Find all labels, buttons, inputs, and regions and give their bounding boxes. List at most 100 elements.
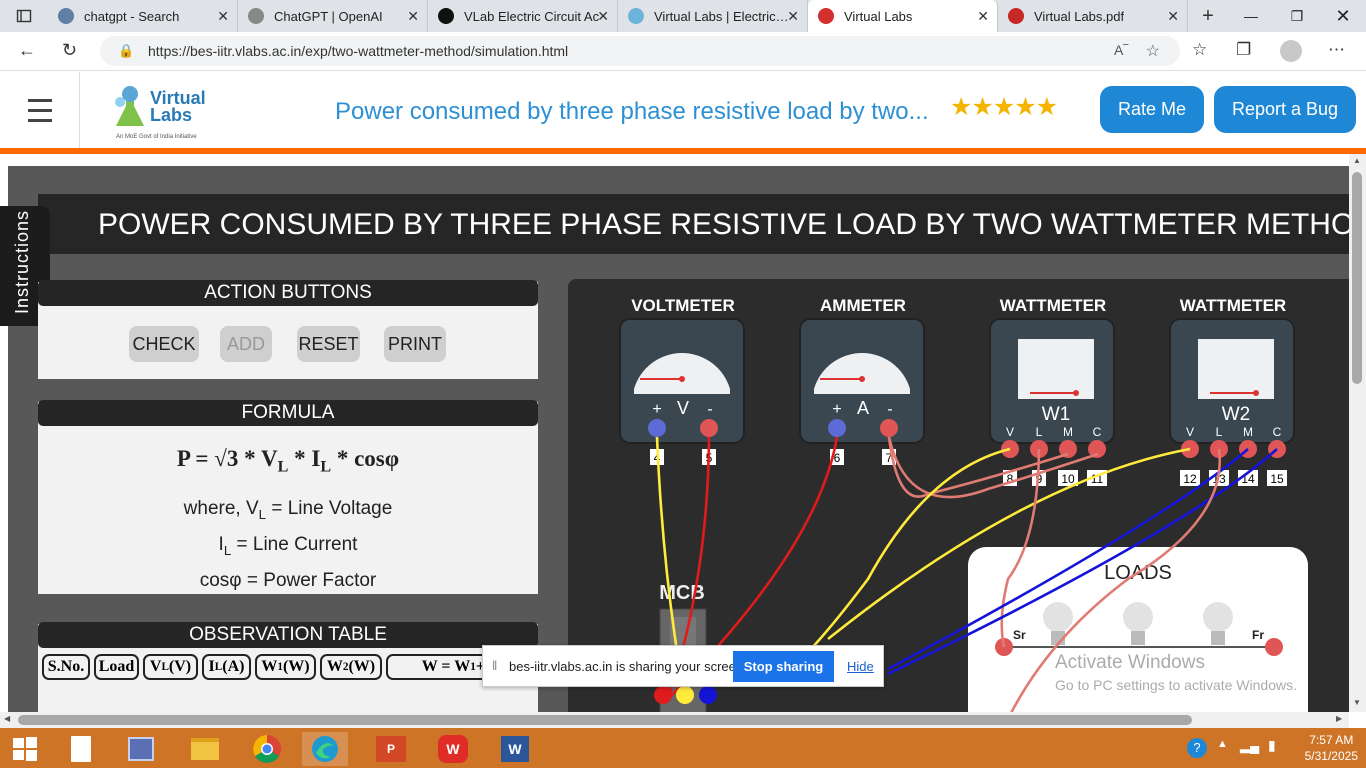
wattmeter-name: W2 <box>1222 404 1251 425</box>
powerpoint-icon[interactable]: P <box>368 732 414 766</box>
rate-me-button[interactable]: Rate Me <box>1100 86 1204 133</box>
close-tab-icon[interactable]: ✕ <box>217 8 229 25</box>
wattmeter-dial <box>1198 339 1274 399</box>
wattmeter-terminal[interactable] <box>1030 440 1048 458</box>
browser-tab[interactable]: Virtual Labs.pdf ✕ <box>998 0 1188 32</box>
file-explorer-icon[interactable] <box>182 732 228 766</box>
start-button[interactable] <box>2 732 48 766</box>
wattmeter-terminal[interactable] <box>1268 440 1286 458</box>
observation-table-heading: OBSERVATION TABLE <box>38 622 538 648</box>
refresh-button[interactable]: ↻ <box>62 40 77 61</box>
close-tab-icon[interactable]: ✕ <box>787 8 799 25</box>
drag-handle-icon[interactable]: ‖ <box>492 658 497 673</box>
read-aloud-icon[interactable]: A‾ <box>1114 42 1128 58</box>
tab-actions-button[interactable] <box>0 0 48 32</box>
browser-tab[interactable]: chatgpt - Search ✕ <box>48 0 238 32</box>
virtual-labs-logo[interactable]: Virtual Labs An MoE Govt of India Initia… <box>108 84 208 140</box>
browser-tab[interactable]: ChatGPT | OpenAI ✕ <box>238 0 428 32</box>
browser-tab[interactable]: VLab Electric Circuit Ac ✕ <box>428 0 618 32</box>
wattmeter-terminal-label: L <box>1036 425 1043 439</box>
taskbar-clock[interactable]: 7:57 AM 5/31/2025 <box>1305 732 1358 764</box>
activate-windows-title: Activate Windows <box>1055 652 1205 673</box>
wps-office-icon[interactable]: W <box>430 732 476 766</box>
minimize-button[interactable]: — <box>1228 0 1274 32</box>
node-label: 9 <box>1036 472 1043 486</box>
wattmeter-terminal[interactable] <box>1181 440 1199 458</box>
favorites-icon[interactable]: ☆ <box>1192 40 1207 60</box>
browser-tab[interactable]: Virtual Labs | Electrical E ✕ <box>618 0 808 32</box>
new-tab-button[interactable]: + <box>1188 0 1228 32</box>
search-icon <box>58 8 74 24</box>
reset-button[interactable]: RESET <box>297 326 360 362</box>
hamburger-menu-icon[interactable] <box>0 72 80 149</box>
more-menu-icon[interactable]: ⋯ <box>1328 40 1345 60</box>
scroll-right-icon[interactable]: ▶ <box>1336 714 1342 723</box>
wattmeter-terminal[interactable] <box>1001 440 1019 458</box>
wattmeter-terminal[interactable] <box>1059 440 1077 458</box>
simulation-content: POWER CONSUMED BY THREE PHASE RESISTIVE … <box>0 154 1349 712</box>
add-favorite-icon[interactable]: ☆ <box>1146 41 1160 61</box>
file-app-icon[interactable] <box>58 732 104 766</box>
share-message: bes-iitr.vlabs.ac.in is sharing your scr… <box>509 659 747 674</box>
wattmeter-terminal-label: M <box>1063 425 1073 439</box>
formula-il-definition: IL = Line Current <box>38 534 538 558</box>
close-tab-icon[interactable]: ✕ <box>1167 8 1179 25</box>
close-tab-icon[interactable]: ✕ <box>977 8 989 25</box>
action-buttons-panel: ACTION BUTTONS CHECK ADD RESET PRINT <box>38 280 538 379</box>
meter-terminal[interactable] <box>880 419 898 437</box>
hide-share-bar-link[interactable]: Hide <box>847 659 874 674</box>
meter-terminal[interactable] <box>828 419 846 437</box>
tray-expand-icon[interactable]: ▲ <box>1217 738 1228 750</box>
close-window-button[interactable]: ✕ <box>1320 0 1366 32</box>
collections-icon[interactable]: ❐ <box>1236 40 1251 60</box>
help-icon[interactable]: ? <box>1187 738 1207 758</box>
restore-button[interactable]: ❐ <box>1274 0 1320 32</box>
media-app-icon[interactable] <box>118 732 164 766</box>
browser-tab-bar: chatgpt - Search ✕ ChatGPT | OpenAI ✕ VLab E… <box>0 0 1366 32</box>
back-button[interactable]: ← <box>18 40 36 61</box>
vlab-icon <box>628 8 644 24</box>
tab-actions-icon <box>16 9 32 23</box>
scroll-left-icon[interactable]: ◀ <box>4 714 10 723</box>
profile-avatar[interactable] <box>1280 40 1302 62</box>
meter-pivot <box>1253 390 1259 396</box>
check-button[interactable]: CHECK <box>129 326 199 362</box>
add-button[interactable]: ADD <box>220 326 272 362</box>
browser-tab[interactable]: Virtual Labs ✕ <box>808 0 998 32</box>
url-text[interactable]: https://bes-iitr.vlabs.ac.in/exp/two-wat… <box>148 43 568 59</box>
close-tab-icon[interactable]: ✕ <box>407 8 419 25</box>
logo-flask-icon <box>115 86 144 126</box>
battery-icon[interactable]: ▮ <box>1268 737 1276 754</box>
network-icon[interactable]: ▂▄ <box>1240 738 1259 754</box>
wattmeter-terminal[interactable] <box>1239 440 1257 458</box>
openai-icon <box>248 8 264 24</box>
horizontal-scrollbar[interactable]: ◀ ▶ <box>0 712 1349 728</box>
word-icon[interactable]: W <box>492 732 538 766</box>
chrome-icon[interactable] <box>244 732 290 766</box>
stop-sharing-button[interactable]: Stop sharing <box>733 651 834 682</box>
node-label: 14 <box>1241 472 1255 486</box>
horizontal-scroll-thumb[interactable] <box>18 715 1192 725</box>
mcb-label: MCB <box>659 582 705 604</box>
node-label: 8 <box>1007 472 1014 486</box>
browser-tab-title: Virtual Labs <box>844 8 913 24</box>
rating-stars[interactable]: ★★★★★ <box>950 92 1058 122</box>
wattmeter-terminal[interactable] <box>1088 440 1106 458</box>
wattmeter-terminal[interactable] <box>1210 440 1228 458</box>
scroll-up-icon[interactable]: ▲ <box>1353 156 1361 165</box>
meter-terminal-label: V <box>677 398 689 418</box>
chrome-logo-icon <box>253 735 281 763</box>
print-button[interactable]: PRINT <box>384 326 446 362</box>
windows-taskbar: P W W ? ▲ ▂▄ ▮ 7:57 AM 5/31/2025 <box>0 728 1366 768</box>
report-bug-button[interactable]: Report a Bug <box>1214 86 1356 133</box>
meter-terminal[interactable] <box>648 419 666 437</box>
address-bar[interactable]: 🔒 https://bes-iitr.vlabs.ac.in/exp/two-w… <box>100 36 1180 66</box>
observation-column-header: S.No. <box>42 654 90 680</box>
meter-terminal[interactable] <box>700 419 718 437</box>
vertical-scrollbar[interactable]: ▲ ▼ <box>1349 154 1366 712</box>
scroll-down-icon[interactable]: ▼ <box>1353 698 1361 707</box>
edge-icon[interactable] <box>302 732 348 766</box>
activate-windows-subtitle: Go to PC settings to activate Windows. <box>1055 677 1297 693</box>
vertical-scroll-thumb[interactable] <box>1352 172 1362 384</box>
close-tab-icon[interactable]: ✕ <box>597 8 609 25</box>
